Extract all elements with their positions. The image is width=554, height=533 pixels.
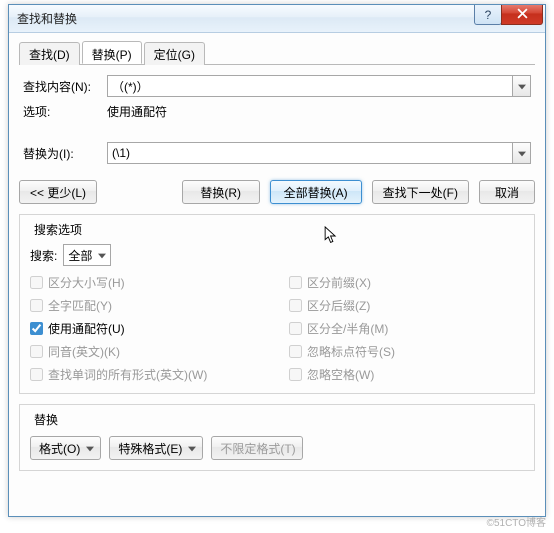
chk-whole-word: 全字匹配(Y) [30,297,265,314]
close-icon [517,8,528,22]
tab-bar: 查找(D) 替换(P) 定位(G) [19,41,535,65]
dialog-window: 查找和替换 ? 查找(D) 替换(P) 定位(G) 查找内容(N): 选项: [8,4,546,517]
chk-match-case: 区分大小写(H) [30,274,265,291]
chk-match-suffix: 区分后缀(Z) [289,297,524,314]
replace-all-button[interactable]: 全部替换(A) [270,180,362,204]
chk-sounds-like: 同音(英文)(K) [30,343,265,360]
format-button[interactable]: 格式(O) [30,436,101,460]
chevron-down-icon [188,441,196,455]
chk-wildcards[interactable]: 使用通配符(U) [30,320,265,337]
search-scope-value: 全部 [68,247,92,264]
options-value: 使用通配符 [107,103,167,120]
replace-legend: 替换 [30,411,62,428]
special-button[interactable]: 特殊格式(E) [109,436,203,460]
close-button[interactable] [501,5,543,25]
window-title: 查找和替换 [17,10,77,27]
chevron-down-icon [518,79,526,93]
search-scope-label: 搜索: [30,247,57,264]
search-options-legend: 搜索选项 [30,221,86,238]
chk-match-width: 区分全/半角(M) [289,320,524,337]
less-button[interactable]: << 更少(L) [19,180,97,204]
replace-dropdown[interactable] [513,142,531,164]
chevron-down-icon [518,146,526,160]
watermark: ©51CTO博客 [487,514,546,529]
find-input[interactable] [107,75,513,97]
find-label: 查找内容(N): [23,78,107,95]
search-options-group: 搜索选项 搜索: 全部 区分大小写(H) 区分前缀(X) 全字匹配(Y) 区分后… [19,214,535,394]
tab-replace[interactable]: 替换(P) [82,41,142,64]
find-next-button[interactable]: 查找下一处(F) [372,180,469,204]
help-icon: ? [485,8,492,22]
help-button[interactable]: ? [474,5,502,25]
no-format-button: 不限定格式(T) [211,436,302,460]
chevron-down-icon [98,248,106,262]
replace-input[interactable] [107,142,513,164]
title-bar: 查找和替换 ? [9,5,545,33]
replace-format-group: 替换 格式(O) 特殊格式(E) 不限定格式(T) [19,404,535,471]
replace-label: 替换为(I): [23,145,107,162]
replace-one-button[interactable]: 替换(R) [182,180,260,204]
chk-all-forms: 查找单词的所有形式(英文)(W) [30,366,265,383]
chk-match-prefix: 区分前缀(X) [289,274,524,291]
chk-ignore-space: 忽略空格(W) [289,366,524,383]
search-scope-select[interactable]: 全部 [63,244,111,266]
cancel-button[interactable]: 取消 [479,180,535,204]
find-dropdown[interactable] [513,75,531,97]
options-label: 选项: [23,103,107,120]
chevron-down-icon [86,441,94,455]
chk-ignore-punct: 忽略标点符号(S) [289,343,524,360]
tab-goto[interactable]: 定位(G) [144,42,205,65]
tab-find[interactable]: 查找(D) [19,42,80,65]
